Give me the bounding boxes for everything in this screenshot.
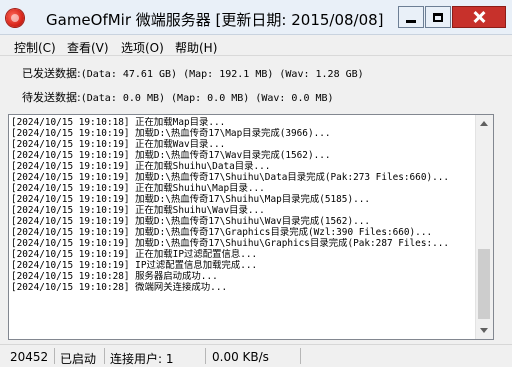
- pending-data-row: 待发送数据:(Data: 0.0 MB) (Map: 0.0 MB) (Wav:…: [22, 89, 334, 105]
- app-icon: [6, 9, 24, 27]
- log-line: [2024/10/15 19:10:28] 服务器启动成功...: [11, 271, 218, 282]
- status-port: 20452: [10, 350, 49, 364]
- main-window: GameOfMir 微端服务器 [更新日期: 2015/08/08] 控制(C)…: [0, 0, 512, 366]
- scroll-down-arrow-icon[interactable]: [476, 322, 493, 339]
- scroll-thumb[interactable]: [478, 249, 490, 319]
- menu-options[interactable]: 选项(O): [121, 39, 164, 56]
- status-divider: [104, 348, 105, 364]
- scroll-up-arrow-icon[interactable]: [476, 115, 493, 132]
- window-title: GameOfMir 微端服务器 [更新日期: 2015/08/08]: [46, 11, 384, 29]
- status-speed: 0.00 KB/s: [212, 350, 269, 364]
- log-line: [2024/10/15 19:10:19] 加载D:\热血传奇17\Map目录完…: [11, 128, 331, 139]
- log-line: [2024/10/15 19:10:28] 微端网关连接成功...: [11, 282, 228, 293]
- stats-panel: 已发送数据:(Data: 47.61 GB) (Map: 192.1 MB) (…: [0, 57, 512, 112]
- status-divider: [300, 348, 301, 364]
- log-box[interactable]: [2024/10/15 19:10:18] 正在加载Map目录... [2024…: [8, 114, 494, 340]
- log-line: [2024/10/15 19:10:18] 正在加载Map目录...: [11, 117, 226, 128]
- menu-control[interactable]: 控制(C): [14, 39, 56, 56]
- status-divider: [205, 348, 206, 364]
- title-bar[interactable]: GameOfMir 微端服务器 [更新日期: 2015/08/08]: [0, 0, 512, 35]
- log-line: [2024/10/15 19:10:19] 正在加载Wav目录...: [11, 139, 226, 150]
- log-line: [2024/10/15 19:10:19] 正在加载Shuihu\Wav目录..…: [11, 205, 265, 216]
- sent-data-label: 已发送数据:: [22, 67, 81, 80]
- status-state: 已启动: [60, 352, 97, 366]
- status-users: 连接用户: 1: [110, 352, 174, 366]
- sent-data-row: 已发送数据:(Data: 47.61 GB) (Map: 192.1 MB) (…: [22, 65, 364, 81]
- pending-data-value: (Data: 0.0 MB) (Map: 0.0 MB) (Wav: 0.0 M…: [80, 93, 334, 104]
- menu-help[interactable]: 帮助(H): [175, 39, 217, 56]
- log-scrollbar[interactable]: [475, 115, 493, 339]
- log-line: [2024/10/15 19:10:19] 加载D:\热血传奇17\Shuihu…: [11, 172, 450, 183]
- minimize-button[interactable]: [398, 6, 424, 28]
- maximize-button[interactable]: [425, 6, 451, 28]
- log-line: [2024/10/15 19:10:19] 加载D:\热血传奇17\Graphi…: [11, 227, 433, 238]
- close-button[interactable]: [452, 6, 506, 28]
- sent-data-value: (Data: 47.61 GB) (Map: 192.1 MB) (Wav: 1…: [80, 69, 364, 80]
- close-icon: [473, 11, 485, 23]
- log-line: [2024/10/15 19:10:19] 加载D:\热血传奇17\Shuihu…: [11, 216, 371, 227]
- log-lines: [2024/10/15 19:10:18] 正在加载Map目录... [2024…: [11, 117, 477, 293]
- menu-view[interactable]: 查看(V): [67, 39, 109, 56]
- minimize-icon: [406, 19, 416, 23]
- log-line: [2024/10/15 19:10:19] 加载D:\热血传奇17\Wav目录完…: [11, 150, 331, 161]
- status-bar: 20452 已启动 连接用户: 1 0.00 KB/s: [0, 344, 512, 366]
- log-line: [2024/10/15 19:10:19] 正在加载Shuihu\Map目录..…: [11, 183, 265, 194]
- log-line: [2024/10/15 19:10:19] 正在加载IP过滤配置信息...: [11, 249, 258, 260]
- menu-bar: 控制(C) 查看(V) 选项(O) 帮助(H): [0, 36, 512, 56]
- maximize-icon: [433, 12, 443, 22]
- log-line: [2024/10/15 19:10:19] 加载D:\热血传奇17\Shuihu…: [11, 194, 371, 205]
- status-divider: [54, 348, 55, 364]
- pending-data-label: 待发送数据:: [22, 91, 81, 104]
- log-line: [2024/10/15 19:10:19] IP过滤配置信息加载完成...: [11, 260, 258, 271]
- log-line: [2024/10/15 19:10:19] 正在加载Shuihu\Data目录.…: [11, 161, 271, 172]
- log-line: [2024/10/15 19:10:19] 加载D:\热血传奇17\Shuihu…: [11, 238, 450, 249]
